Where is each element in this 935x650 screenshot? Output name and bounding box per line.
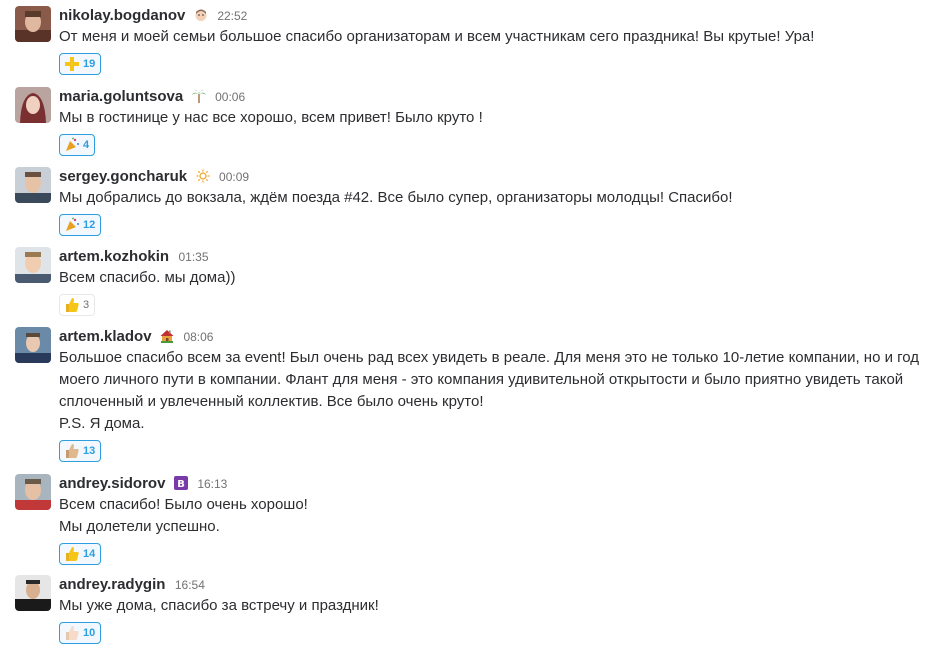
avatar[interactable]: [15, 247, 51, 283]
reaction-count: 3: [83, 299, 90, 311]
timestamp[interactable]: 08:06: [183, 330, 213, 344]
timestamp[interactable]: 00:06: [215, 90, 245, 104]
thumbs-up-light-icon: [66, 444, 79, 458]
reaction-count: 14: [83, 548, 96, 560]
message-body: Всем спасибо! Было очень хорошо! Мы доле…: [59, 494, 925, 538]
message-line: моего личного пути в компании. Флант для…: [59, 371, 904, 388]
reaction-button[interactable]: 4: [59, 134, 96, 156]
message-line: Мы уже дома, спасибо за встречу и праздн…: [59, 597, 379, 614]
palm-tree-icon: [191, 89, 206, 103]
reaction-button[interactable]: 13: [59, 440, 102, 462]
timestamp[interactable]: 00:09: [219, 170, 249, 184]
thumbs-up-pale-icon: [66, 626, 79, 640]
author-name[interactable]: maria.goluntsova: [59, 88, 183, 105]
author-name[interactable]: artem.kladov: [59, 328, 152, 345]
message-line: P.S. Я дома.: [59, 415, 145, 432]
reaction-count: 10: [83, 627, 96, 639]
party-popper-icon: [66, 137, 79, 151]
man-face-icon: [195, 9, 207, 21]
message-line: Большое спасибо всем за event! Был очень…: [59, 349, 920, 366]
message-line: Мы добрались до вокзала, ждём поезда #42…: [59, 189, 733, 206]
thumbs-up-icon: [66, 298, 79, 312]
author-name[interactable]: artem.kozhokin: [59, 248, 169, 265]
timestamp[interactable]: 16:54: [175, 578, 205, 592]
timestamp[interactable]: 01:35: [178, 250, 208, 264]
heavy-plus-icon: [65, 57, 79, 71]
avatar[interactable]: [15, 327, 51, 363]
avatar[interactable]: [15, 87, 51, 123]
avatar[interactable]: [15, 575, 51, 611]
message-line: Всем спасибо! Было очень хорошо!: [59, 496, 308, 513]
timestamp[interactable]: 16:13: [197, 477, 227, 491]
message-body: Мы добрались до вокзала, ждём поезда #42…: [59, 187, 925, 209]
party-popper-icon: [66, 217, 79, 231]
message-line: Всем спасибо. мы дома)): [59, 269, 236, 286]
message-body: Мы уже дома, спасибо за встречу и праздн…: [59, 595, 925, 617]
author-name[interactable]: andrey.sidorov: [59, 475, 165, 492]
reaction-button[interactable]: 14: [59, 543, 102, 565]
thumbs-up-icon: [66, 547, 79, 561]
message-body: Большое спасибо всем за event! Был очень…: [59, 347, 925, 435]
message-body: Мы в гостинице у нас все хорошо, всем пр…: [59, 107, 925, 129]
author-name[interactable]: andrey.radygin: [59, 576, 165, 593]
message-line: Мы в гостинице у нас все хорошо, всем пр…: [59, 109, 483, 126]
house-icon: [160, 330, 174, 343]
reaction-button[interactable]: 19: [59, 53, 102, 75]
avatar[interactable]: [15, 167, 51, 203]
reaction-count: 19: [83, 58, 96, 70]
avatar[interactable]: [15, 6, 51, 42]
message-line: От меня и моей семьи большое спасибо орг…: [59, 28, 815, 45]
message-body: От меня и моей семьи большое спасибо орг…: [59, 26, 925, 48]
svg-text:B: B: [177, 479, 185, 490]
reaction-button[interactable]: 10: [59, 622, 102, 644]
timestamp[interactable]: 22:52: [217, 9, 247, 23]
message-feed: nikolay.bogdanov 22:52 От меня и моей се…: [0, 0, 935, 650]
avatar[interactable]: [15, 474, 51, 510]
author-name[interactable]: nikolay.bogdanov: [59, 7, 185, 24]
message-line: сплоченный и увлеченный коллектив. Все б…: [59, 393, 484, 410]
sun-icon: [196, 169, 210, 183]
reaction-button[interactable]: 12: [59, 214, 102, 236]
reaction-count: 4: [83, 139, 90, 151]
reaction-count: 13: [83, 445, 96, 457]
message-line: Мы долетели успешно.: [59, 518, 220, 535]
message-body: Всем спасибо. мы дома)): [59, 267, 925, 289]
b-letter-icon: B: [173, 476, 188, 490]
author-name[interactable]: sergey.goncharuk: [59, 168, 187, 185]
reaction-button[interactable]: 3: [59, 294, 96, 316]
reaction-count: 12: [83, 219, 96, 231]
